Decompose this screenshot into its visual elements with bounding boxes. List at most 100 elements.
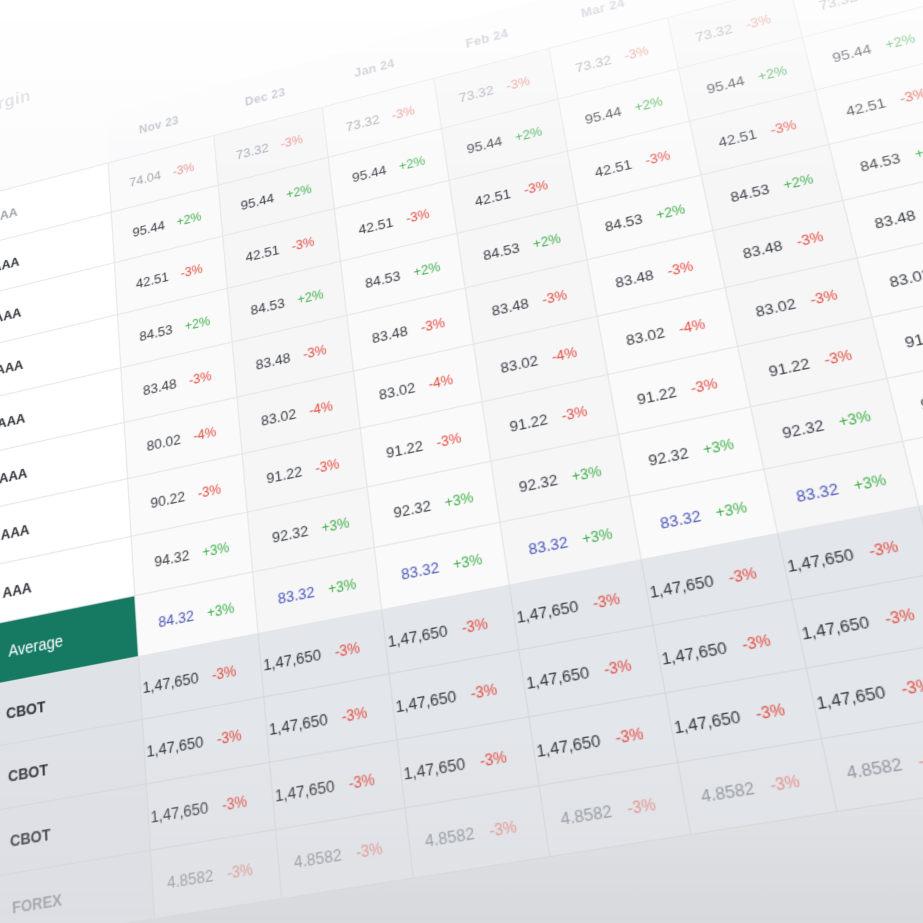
cell-change: +3% [443,488,475,511]
cell-change: -3% [333,638,361,661]
cell-value: 42.51 [593,155,634,180]
cell-value: 1,47,650 [534,729,602,761]
cell-value: 1,47,650 [659,637,729,668]
cell-change: -3% [340,703,368,726]
cell-value: 1,47,650 [268,709,329,739]
cell-change: +3% [580,524,614,548]
cell-value: 95.44 [583,102,623,127]
cell-change: -3% [882,604,917,628]
cell-change: -3% [614,723,645,747]
cell-value: 91.22 [508,409,549,435]
cell-change: +3% [320,514,350,536]
cell-change: +3% [452,550,484,573]
cell-value: 95.44 [131,217,166,240]
cell-value: 1,47,650 [149,797,209,826]
cell-value: 1,47,650 [799,611,872,643]
cell-value: 73.32 [344,111,381,134]
cell-value: 83.48 [872,205,918,232]
cell-change: -3% [419,314,446,335]
cell-value: 83.02 [753,294,798,320]
cell-value: 73.32 [457,81,495,105]
cell-change: -3% [391,103,416,123]
cell-change: -3% [727,563,758,587]
cell-change: -3% [188,367,212,388]
cell-value: 95.44 [465,132,504,157]
cell-value: 90.22 [149,487,186,512]
cell-change: +3% [201,538,230,561]
cell-value: 42.51 [357,213,395,238]
cell-change: -3% [211,662,237,684]
cell-value: 42.51 [135,268,170,292]
cell-change: -3% [355,838,384,862]
cell-value: 42.51 [844,94,888,120]
cell-change: +2% [176,209,202,229]
cell-value: 1,47,650 [394,685,458,716]
cell-value: 1,47,650 [273,775,336,805]
cell-change: -3% [226,859,254,883]
cell-value: 73.32 [693,20,734,45]
cell-value: 91.22 [384,436,424,461]
cell-value: 92.32 [517,470,559,496]
cell-value: 83.32 [527,532,570,558]
cell-value: 92.32 [392,496,432,521]
cell-value: 1,47,650 [785,544,856,576]
cell-change: +3% [701,435,736,458]
cell-change: -3% [899,674,923,699]
cell-change: -3% [435,429,463,451]
cell-change: -3% [197,480,222,501]
cell-value: 42.51 [244,241,280,265]
cell-value: 83.32 [276,582,316,607]
cell-change: +2% [398,153,426,174]
cell-change: -3% [314,455,340,477]
margin-table-panel: Margin Nov 23Dec 23Jan 24Feb 24Mar 24Apr… [0,0,923,923]
cell-change: -3% [916,746,923,771]
cell-change: +2% [633,93,664,115]
cell-value: 83.48 [370,322,409,346]
cell-value: 94.32 [153,545,190,570]
cell-change: -3% [216,725,243,748]
cell-change: -3% [347,769,376,793]
cell-change: +2% [285,181,313,202]
cell-change: +2% [756,62,789,84]
cell-change: -3% [768,116,798,138]
cell-value: 84.53 [249,294,286,318]
cell-change: -3% [768,770,802,795]
cell-value: 74.04 [128,167,162,190]
cell-value: 1,47,650 [386,620,449,651]
cell-change: +3% [851,470,888,494]
cell-change: -4% [677,315,707,337]
cell-value: 91.22 [766,353,812,380]
cell-value: 83.32 [399,557,441,583]
cell-change: +2% [912,139,923,162]
cell-change: -3% [740,630,772,654]
cell-value: 83.02 [887,264,923,291]
cell-value: 95.44 [830,40,873,66]
cell-change: -3% [172,159,195,179]
cell-value: 4.8582 [166,864,214,892]
cell-change: +2% [781,170,815,193]
cell-change: -3% [822,346,854,368]
cell-value: 1,47,650 [814,680,888,713]
cell-change: -3% [405,206,431,226]
cell-value: 1,47,650 [514,596,580,627]
cell-change: -3% [623,43,650,63]
cell-change: +2% [412,258,442,280]
cell-change: +3% [327,575,357,598]
cell-value: 83.48 [741,236,784,262]
cell-value: 91.22 [265,462,303,487]
cell-change: -3% [897,85,923,106]
cell-value: 83.02 [260,404,297,429]
cell-value: 84.53 [728,180,771,205]
cell-change: +2% [883,30,917,52]
cell-value: 4.8582 [844,752,904,783]
cell-change: -3% [302,341,328,362]
cell-change: +2% [531,230,562,252]
cell-value: 84.53 [138,320,174,344]
cell-change: -3% [689,374,719,397]
panel-title: Margin [0,86,32,120]
cell-change: +2% [513,123,543,145]
cell-value: 83.48 [254,348,292,373]
cell-value: 4.8582 [292,843,343,872]
cell-change: -3% [867,536,900,560]
cell-change: -3% [221,791,248,814]
